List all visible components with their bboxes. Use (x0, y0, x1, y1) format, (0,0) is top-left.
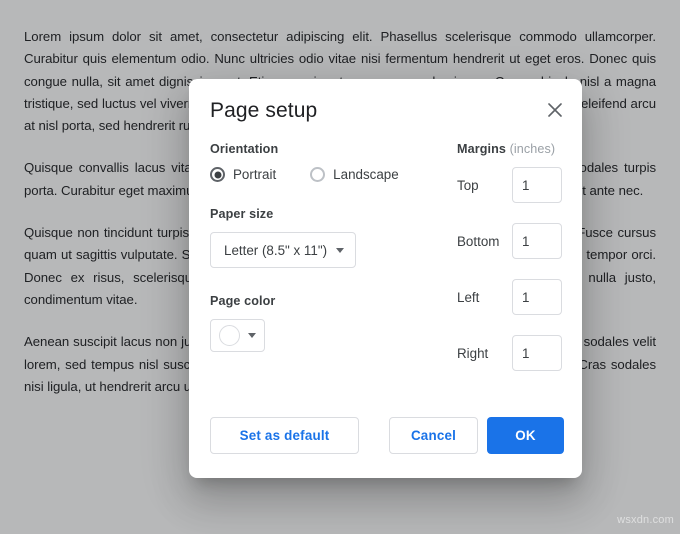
radio-landscape-label: Landscape (333, 167, 399, 182)
paper-size-label: Paper size (210, 207, 425, 221)
paper-size-value: Letter (8.5" x 11") (224, 243, 327, 258)
chevron-down-icon (336, 248, 344, 253)
ok-button[interactable]: OK (487, 417, 564, 454)
page-color-select[interactable] (210, 319, 265, 352)
radio-portrait[interactable]: Portrait (210, 167, 276, 182)
orientation-radio-group: Portrait Landscape (210, 167, 425, 182)
close-icon[interactable] (541, 96, 569, 124)
margin-top-label: Top (457, 178, 512, 193)
margin-left-input[interactable] (512, 279, 562, 315)
radio-landscape[interactable]: Landscape (310, 167, 399, 182)
margins-label-text: Margins (457, 142, 506, 156)
margin-row-top: Top (457, 167, 567, 203)
margin-top-input[interactable] (512, 167, 562, 203)
margin-row-left: Left (457, 279, 567, 315)
paper-size-select[interactable]: Letter (8.5" x 11") (210, 232, 356, 268)
margin-right-label: Right (457, 346, 512, 361)
dialog-button-row: Set as default Cancel OK (210, 417, 564, 454)
page-title: Page setup (210, 99, 317, 123)
page-color-swatch (219, 325, 240, 346)
margin-left-label: Left (457, 290, 512, 305)
margins-units: (inches) (510, 142, 556, 156)
dialog-left-column: Orientation Portrait Landscape Paper siz… (210, 142, 425, 352)
radio-portrait-label: Portrait (233, 167, 276, 182)
cancel-button[interactable]: Cancel (389, 417, 478, 454)
orientation-label: Orientation (210, 142, 425, 156)
margin-row-bottom: Bottom (457, 223, 567, 259)
page-color-label: Page color (210, 294, 425, 308)
margin-bottom-label: Bottom (457, 234, 512, 249)
margins-label: Margins (inches) (457, 142, 567, 156)
margin-right-input[interactable] (512, 335, 562, 371)
radio-unselected-icon (310, 167, 325, 182)
page-setup-dialog: Page setup Orientation Portrait Landscap… (189, 79, 582, 478)
margin-row-right: Right (457, 335, 567, 371)
set-as-default-button[interactable]: Set as default (210, 417, 359, 454)
dialog-right-column: Margins (inches) Top Bottom Left Right (457, 142, 567, 391)
radio-selected-icon (210, 167, 225, 182)
margin-bottom-input[interactable] (512, 223, 562, 259)
chevron-down-icon (248, 333, 256, 338)
